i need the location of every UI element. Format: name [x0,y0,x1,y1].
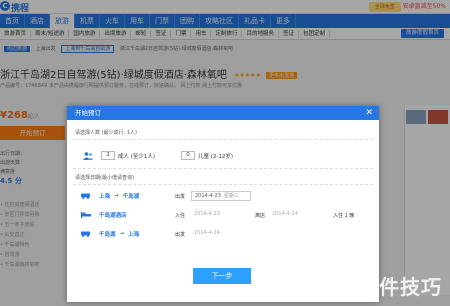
route-arrow: → [119,231,125,237]
return-depart-label: 出发 [175,232,186,238]
people-icon [83,151,93,160]
watermark-text: 软件技巧 [358,275,442,299]
bus-icon [81,193,90,199]
nights-count: 入住 1 晚 [333,213,355,219]
adult-count-input[interactable]: 2 [101,151,115,160]
child-label: 儿童 (2-12岁) [198,153,234,160]
next-step-button[interactable]: 下一步 [193,268,251,284]
route-to: 上海 [128,232,140,238]
checkout-label: 离店 [255,213,266,219]
route-from: 千岛湖 [99,232,116,238]
adult-label: 成人 (至少1人) [118,153,156,160]
child-count-input[interactable]: 0 [181,151,196,160]
checkout-date-input[interactable]: 2014-4-24 [269,210,319,220]
depart-label: 出发 [175,194,186,200]
close-icon[interactable]: ✕ [365,106,373,120]
outbound-row: 上海 → 千岛湖 [81,192,139,200]
checkout-date: 2014-4-24 [272,211,298,217]
return-date-input[interactable]: 2014-4-24 [191,229,247,239]
checkin-label: 入住 [175,213,186,219]
route-arrow: → [114,193,119,199]
divider [73,168,373,169]
depart-date: 2014-4-23 [195,193,221,199]
depart-weekday: 星期三 [223,193,239,199]
watermark-logo-icon [333,277,355,300]
date-section-title: 请选择日期(最小值请查询) [75,175,134,181]
depart-date-input[interactable]: 2014-4-23 星期三 [191,191,251,201]
people-row: 2 成人 (至少1人) 0 儿童 (2-12岁) [83,151,233,160]
bed-icon [81,212,91,218]
return-date: 2014-4-24 [194,230,220,236]
route-from: 上海 [99,194,111,200]
divider [73,184,373,185]
hotel-name[interactable]: 千岛湖酒店 [99,211,127,219]
bus-icon [81,231,90,237]
divider [73,139,373,140]
people-section-title: 请选择人数 (最少成行: 1人) [75,130,137,136]
watermark: 软件技巧 [333,271,442,300]
return-row: 千岛湖 → 上海 [81,230,139,238]
hotel-row: 千岛湖酒店 [81,211,127,219]
checkin-date: 2014-4-23 [194,211,220,217]
modal-title: 开始预订 [75,109,101,117]
checkin-date-input[interactable]: 2014-4-23 [191,210,241,220]
modal-header: 开始预订 ✕ [67,106,379,120]
route-to: 千岛湖 [122,194,140,200]
